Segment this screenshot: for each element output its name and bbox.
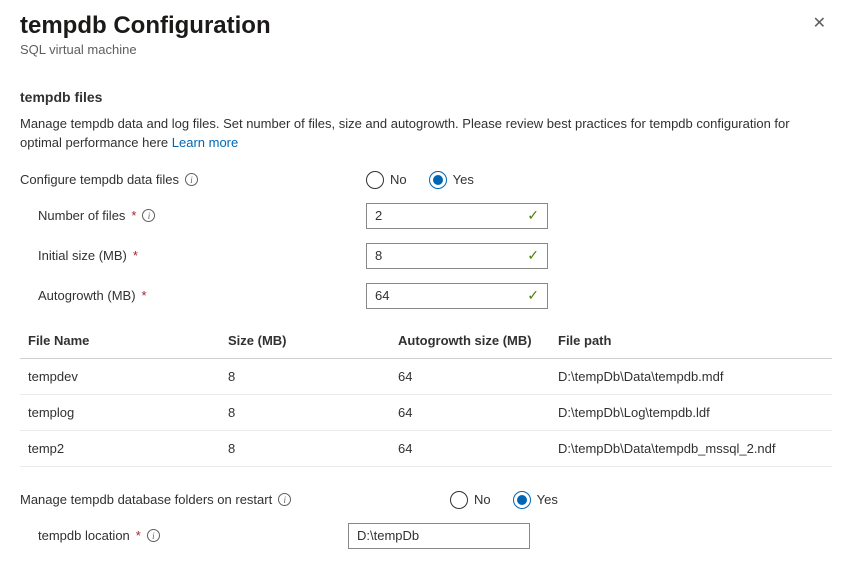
radio-label-no: No: [474, 492, 491, 507]
cell-file-path: D:\tempDb\Data\tempdb_mssql_2.ndf: [558, 441, 824, 456]
manage-folders-no[interactable]: No: [450, 491, 491, 509]
cell-size: 8: [228, 405, 398, 420]
cell-autogrowth: 64: [398, 441, 558, 456]
cell-size: 8: [228, 369, 398, 384]
cell-file-name: templog: [28, 405, 228, 420]
radio-label-yes: Yes: [537, 492, 558, 507]
cell-file-name: tempdev: [28, 369, 228, 384]
col-file-name: File Name: [28, 333, 228, 348]
info-icon[interactable]: i: [147, 529, 160, 542]
cell-file-name: temp2: [28, 441, 228, 456]
cell-autogrowth: 64: [398, 405, 558, 420]
check-icon: ✓: [527, 207, 539, 224]
required-indicator: *: [136, 528, 141, 543]
page-subtitle: SQL virtual machine: [20, 42, 271, 57]
autogrowth-label: Autogrowth (MB): [38, 288, 136, 303]
learn-more-link[interactable]: Learn more: [172, 135, 238, 150]
number-of-files-input-wrap: ✓: [366, 203, 548, 229]
autogrowth-input-wrap: ✓: [366, 283, 548, 309]
section-description: Manage tempdb data and log files. Set nu…: [20, 115, 832, 153]
col-autogrowth: Autogrowth size (MB): [398, 333, 558, 348]
table-row: temp2 8 64 D:\tempDb\Data\tempdb_mssql_2…: [20, 431, 832, 467]
table-header-row: File Name Size (MB) Autogrowth size (MB)…: [20, 323, 832, 359]
number-of-files-input[interactable]: [375, 208, 527, 223]
initial-size-input[interactable]: [375, 248, 527, 263]
required-indicator: *: [133, 248, 138, 263]
configure-data-files-label: Configure tempdb data files: [20, 172, 179, 187]
radio-icon: [429, 171, 447, 189]
manage-folders-yes[interactable]: Yes: [513, 491, 558, 509]
close-button[interactable]: ✕: [807, 12, 832, 36]
cell-autogrowth: 64: [398, 369, 558, 384]
cell-file-path: D:\tempDb\Log\tempdb.ldf: [558, 405, 824, 420]
autogrowth-input[interactable]: [375, 288, 527, 303]
configure-data-files-no[interactable]: No: [366, 171, 407, 189]
table-row: templog 8 64 D:\tempDb\Log\tempdb.ldf: [20, 395, 832, 431]
radio-icon: [366, 171, 384, 189]
configure-data-files-radio-group: No Yes: [366, 171, 474, 189]
cell-file-path: D:\tempDb\Data\tempdb.mdf: [558, 369, 824, 384]
radio-label-no: No: [390, 172, 407, 187]
section-title: tempdb files: [20, 89, 832, 105]
col-file-path: File path: [558, 333, 824, 348]
col-size: Size (MB): [228, 333, 398, 348]
tempdb-location-label: tempdb location: [38, 528, 130, 543]
table-row: tempdev 8 64 D:\tempDb\Data\tempdb.mdf: [20, 359, 832, 395]
radio-icon: [513, 491, 531, 509]
section-description-text: Manage tempdb data and log files. Set nu…: [20, 116, 790, 150]
check-icon: ✓: [527, 247, 539, 264]
manage-folders-radio-group: No Yes: [450, 491, 558, 509]
configure-data-files-yes[interactable]: Yes: [429, 171, 474, 189]
close-icon: ✕: [813, 15, 826, 32]
required-indicator: *: [131, 208, 136, 223]
info-icon[interactable]: i: [142, 209, 155, 222]
radio-icon: [450, 491, 468, 509]
initial-size-input-wrap: ✓: [366, 243, 548, 269]
tempdb-files-table: File Name Size (MB) Autogrowth size (MB)…: [20, 323, 832, 467]
page-title: tempdb Configuration: [20, 12, 271, 40]
info-icon[interactable]: i: [278, 493, 291, 506]
initial-size-label: Initial size (MB): [38, 248, 127, 263]
required-indicator: *: [142, 288, 147, 303]
info-icon[interactable]: i: [185, 173, 198, 186]
radio-label-yes: Yes: [453, 172, 474, 187]
tempdb-location-input[interactable]: [348, 523, 530, 549]
manage-folders-label: Manage tempdb database folders on restar…: [20, 492, 272, 507]
number-of-files-label: Number of files: [38, 208, 125, 223]
cell-size: 8: [228, 441, 398, 456]
check-icon: ✓: [527, 287, 539, 304]
